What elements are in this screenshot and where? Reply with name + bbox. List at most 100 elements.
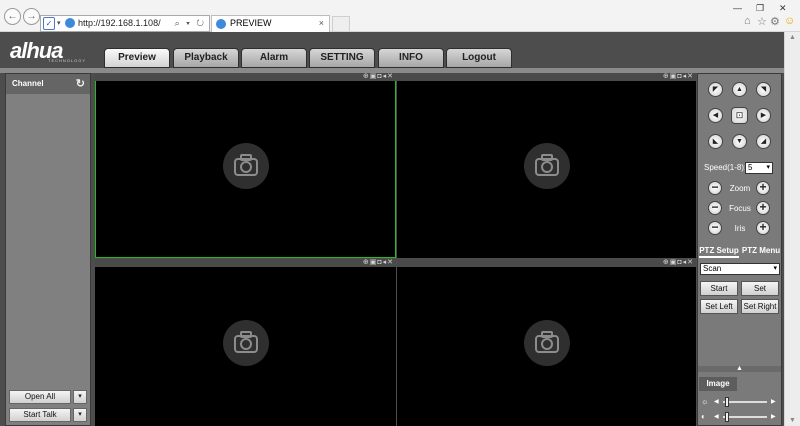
- close-window-button[interactable]: ✕: [779, 3, 787, 14]
- iris-plus-button[interactable]: +: [756, 221, 770, 235]
- ptz-panel: ◤ ▲ ◥ ◀ ⊡ ▶ ◣ ▼ ◢ Speed(1-8): 5 ▾ − Zoom …: [697, 73, 782, 426]
- video-pane-1[interactable]: ⊕▣◘◂✕: [95, 73, 396, 258]
- ptz-up-left-button[interactable]: ◤: [708, 82, 723, 97]
- start-talk-button[interactable]: Start Talk: [9, 408, 71, 422]
- video-pane-4[interactable]: ⊕▣◘◂✕: [397, 259, 696, 426]
- open-all-dropdown[interactable]: ▾: [73, 390, 87, 404]
- slider-decrease-icon[interactable]: ◀: [714, 412, 719, 422]
- video-pane-toolbar: ⊕▣◘◂✕: [95, 73, 396, 81]
- url-text[interactable]: http://192.168.1.108/: [78, 16, 161, 31]
- tab-image[interactable]: Image: [699, 377, 737, 391]
- start-button[interactable]: Start: [700, 281, 738, 296]
- video-pane-toolbar: ⊕▣◘◂✕: [95, 259, 396, 267]
- tab-info[interactable]: INFO: [378, 48, 444, 68]
- forward-button[interactable]: →: [23, 8, 40, 25]
- forward-icon: →: [26, 11, 37, 22]
- settings-gear-icon[interactable]: ⚙: [770, 15, 780, 28]
- slider-thumb[interactable]: [725, 397, 729, 407]
- speed-value: 5: [748, 163, 753, 172]
- iris-minus-button[interactable]: −: [708, 221, 722, 235]
- contrast-icon: ◐: [701, 412, 706, 421]
- tab-ptz-setup[interactable]: PTZ Setup: [699, 244, 739, 258]
- ptz-up-right-button[interactable]: ◥: [756, 82, 771, 97]
- tab-favicon-icon: [216, 19, 226, 29]
- tab-preview[interactable]: Preview: [104, 48, 170, 68]
- tab-setting[interactable]: SETTING: [309, 48, 375, 68]
- focus-minus-button[interactable]: −: [708, 201, 722, 215]
- ptz-down-button[interactable]: ▼: [732, 134, 747, 149]
- focus-plus-button[interactable]: +: [756, 201, 770, 215]
- zoom-label: Zoom: [729, 184, 751, 193]
- pane-tool-icons[interactable]: ⊕▣◘◂✕: [663, 73, 694, 81]
- camera-placeholder-icon: [222, 319, 269, 366]
- ptz-down-left-button[interactable]: ◣: [708, 134, 723, 149]
- back-button[interactable]: ←: [4, 8, 21, 25]
- pane-tool-icons[interactable]: ⊕▣◘◂✕: [363, 259, 394, 267]
- camera-placeholder-icon: [222, 142, 269, 189]
- tab-ptz-menu[interactable]: PTZ Menu: [741, 244, 781, 258]
- pane-tool-icons[interactable]: ⊕▣◘◂✕: [363, 73, 394, 81]
- slider-increase-icon[interactable]: ▶: [771, 412, 776, 422]
- focus-label: Focus: [729, 204, 751, 213]
- page-scrollbar[interactable]: ▲ ▼: [784, 32, 800, 426]
- scroll-up-icon[interactable]: ▲: [789, 34, 796, 41]
- video-pane-2[interactable]: ⊕▣◘◂✕: [397, 73, 696, 258]
- channel-title: Channel: [12, 79, 44, 88]
- browser-tab[interactable]: PREVIEW ×: [211, 15, 330, 32]
- speed-select[interactable]: 5 ▾: [745, 162, 773, 174]
- channel-panel-header: Channel ↻: [6, 74, 90, 94]
- ptz-up-button[interactable]: ▲: [732, 82, 747, 97]
- tab-close-icon[interactable]: ×: [319, 16, 324, 31]
- slider-increase-icon[interactable]: ▶: [771, 397, 776, 407]
- start-talk-dropdown[interactable]: ▾: [73, 408, 87, 422]
- set-left-button[interactable]: Set Left: [700, 299, 738, 314]
- ptz-down-right-button[interactable]: ◢: [756, 134, 771, 149]
- tab-alarm[interactable]: Alarm: [241, 48, 307, 68]
- ptz-left-button[interactable]: ◀: [708, 108, 723, 123]
- speed-label: Speed(1-8):: [704, 163, 747, 172]
- iris-label: Iris: [734, 224, 746, 233]
- refresh-icon[interactable]: ↻: [76, 74, 85, 94]
- chevron-down-icon[interactable]: ▾: [57, 16, 61, 31]
- pane-tool-icons[interactable]: ⊕▣◘◂✕: [663, 259, 694, 267]
- ptz-mode-select[interactable]: Scan ▾: [700, 263, 780, 275]
- video-pane-toolbar: ⊕▣◘◂✕: [397, 259, 696, 267]
- zoom-out-button[interactable]: −: [708, 181, 722, 195]
- address-tools[interactable]: ⌕ ▾ ↻: [175, 16, 206, 31]
- new-tab-button[interactable]: [332, 16, 350, 31]
- security-shield-icon[interactable]: ✓: [43, 17, 55, 30]
- back-icon: ←: [7, 11, 18, 22]
- collapse-arrow-icon[interactable]: ▲: [698, 365, 781, 372]
- chevron-down-icon: ▾: [766, 164, 770, 171]
- slider-thumb[interactable]: [725, 412, 729, 422]
- slider-track[interactable]: [723, 401, 767, 403]
- video-pane-3[interactable]: ⊕▣◘◂✕: [95, 259, 396, 426]
- contrast-slider[interactable]: ◐ ◀ ▶: [701, 412, 779, 422]
- restore-button[interactable]: ❐: [756, 3, 764, 14]
- set-button[interactable]: Set: [741, 281, 779, 296]
- slider-decrease-icon[interactable]: ◀: [714, 397, 719, 407]
- smiley-icon[interactable]: ☺: [784, 15, 795, 27]
- brightness-icon: ☼: [701, 397, 709, 406]
- set-right-button[interactable]: Set Right: [741, 299, 779, 314]
- tab-logout[interactable]: Logout: [446, 48, 512, 68]
- minimize-button[interactable]: —: [733, 3, 742, 13]
- zoom-in-button[interactable]: +: [756, 181, 770, 195]
- tab-playback[interactable]: Playback: [173, 48, 239, 68]
- browser-chrome: ← → ✓ ▾ http://192.168.1.108/ ⌕ ▾ ↻ PREV…: [0, 0, 800, 32]
- tab-title: PREVIEW: [230, 18, 272, 28]
- favorites-star-icon[interactable]: ☆: [757, 15, 767, 28]
- home-icon[interactable]: ⌂: [744, 15, 751, 27]
- camera-placeholder-icon: [523, 319, 570, 366]
- ptz-center-zoom-button[interactable]: ⊡: [731, 107, 748, 124]
- scroll-down-icon[interactable]: ▼: [789, 417, 796, 424]
- brand-logo-subtitle: TECHNOLOGY: [48, 58, 87, 63]
- open-all-button[interactable]: Open All: [9, 390, 71, 404]
- brightness-slider[interactable]: ☼ ◀ ▶: [701, 397, 779, 407]
- ptz-mode-value: Scan: [703, 264, 722, 273]
- slider-track[interactable]: [723, 416, 767, 418]
- ptz-right-button[interactable]: ▶: [756, 108, 771, 123]
- chevron-down-icon: ▾: [773, 265, 777, 272]
- address-bar[interactable]: ✓ ▾ http://192.168.1.108/ ⌕ ▾ ↻: [40, 15, 210, 32]
- dvr-web-app: alhua TECHNOLOGY Preview Playback Alarm …: [0, 32, 800, 426]
